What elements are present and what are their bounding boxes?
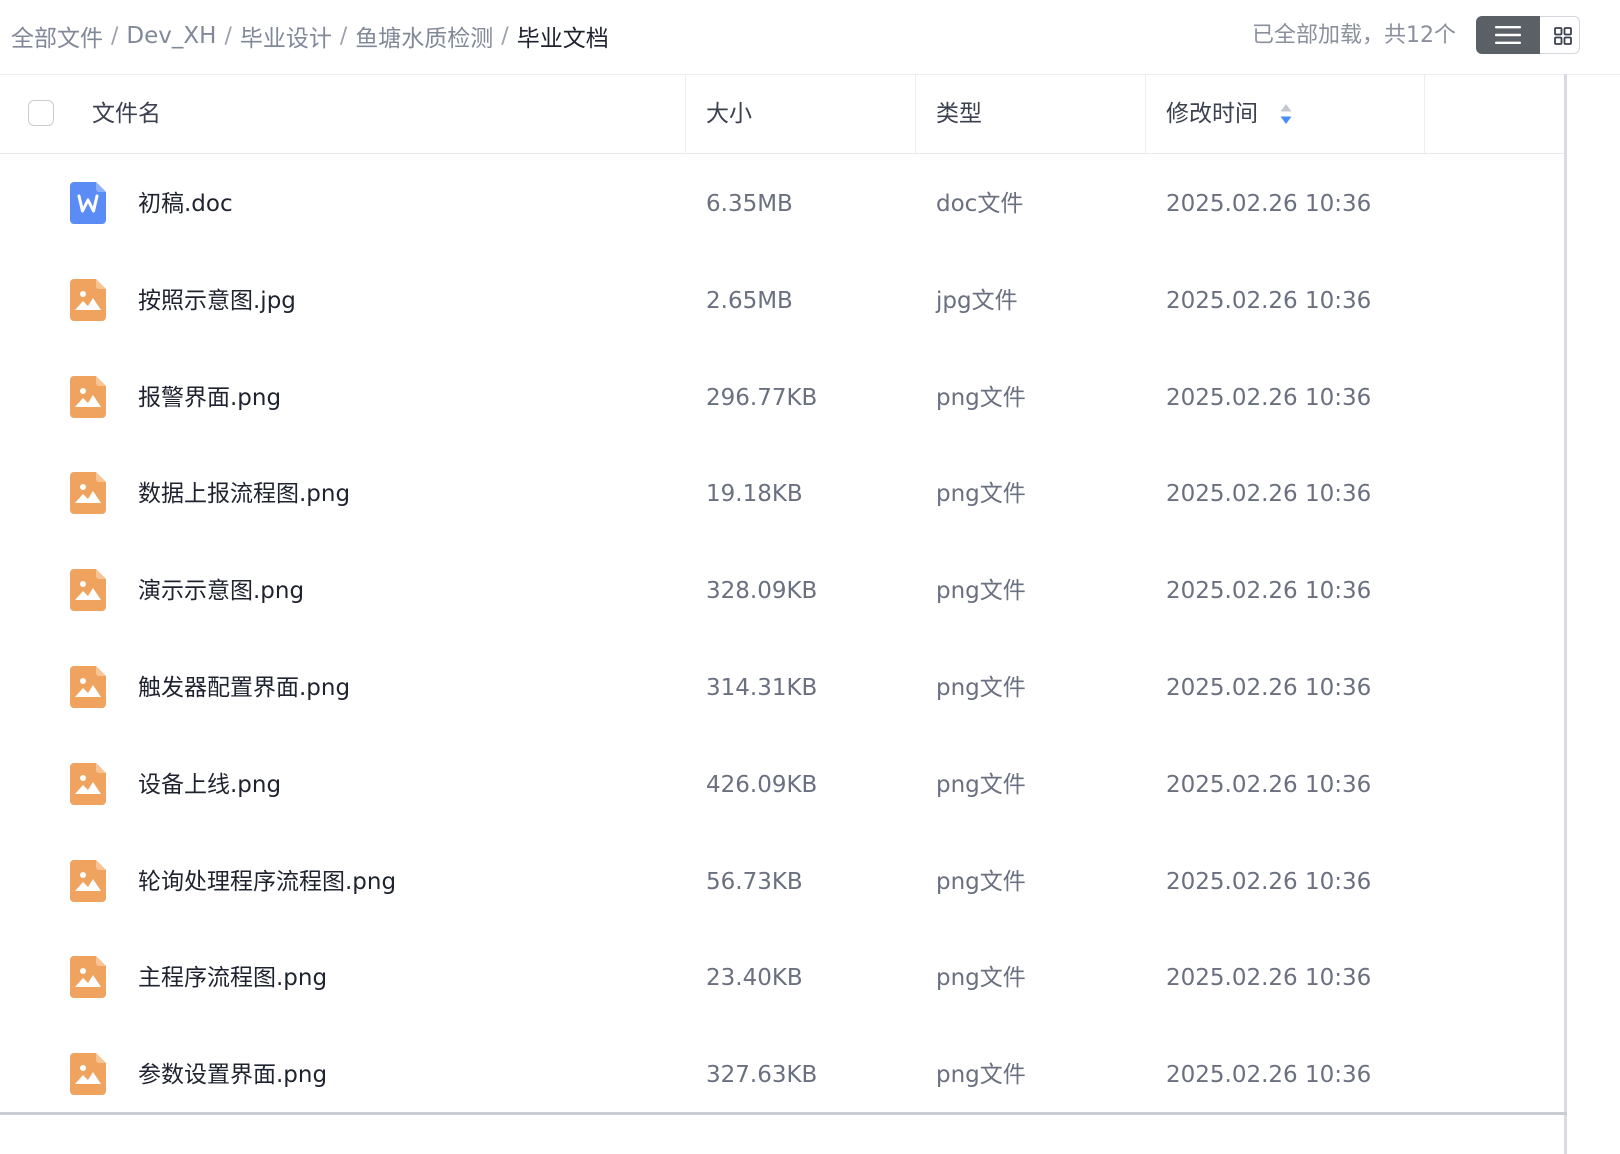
file-name[interactable]: 触发器配置界面.png	[138, 638, 350, 738]
file-size: 296.77KB	[706, 384, 818, 411]
table-row[interactable]: 初稿.doc 6.35MB doc文件 2025.02.26 10:36	[0, 154, 1564, 251]
breadcrumb-item-all-files[interactable]: 全部文件	[11, 19, 103, 53]
file-size: 327.63KB	[706, 1062, 818, 1089]
table-row[interactable]: 演示示意图.png 328.09KB png文件 2025.02.26 10:36	[0, 541, 1564, 638]
image-file-icon	[70, 375, 106, 418]
breadcrumb-item-dev-xh[interactable]: Dev_XH	[126, 23, 216, 49]
image-file-icon	[70, 956, 106, 999]
file-list: 初稿.doc 6.35MB doc文件 2025.02.26 10:36 按照示意图.…	[0, 154, 1564, 1122]
file-type: png文件	[936, 868, 1026, 895]
file-name[interactable]: 主程序流程图.png	[138, 928, 327, 1028]
file-size: 19.18KB	[706, 481, 803, 508]
file-size: 328.09KB	[706, 578, 818, 605]
file-size: 23.40KB	[706, 965, 803, 992]
column-header-name[interactable]: 文件名	[92, 75, 161, 153]
file-modified-time: 2025.02.26 10:36	[1166, 578, 1372, 605]
image-file-icon	[70, 665, 106, 708]
file-size: 6.35MB	[706, 191, 793, 217]
grid-view-icon	[1554, 27, 1572, 45]
file-name[interactable]: 设备上线.png	[138, 735, 281, 835]
list-view-button[interactable]	[1476, 16, 1540, 54]
image-file-icon	[70, 859, 106, 902]
file-modified-time: 2025.02.26 10:36	[1166, 287, 1372, 314]
column-divider	[685, 75, 686, 153]
file-modified-time: 2025.02.26 10:36	[1166, 481, 1372, 508]
file-size: 2.65MB	[706, 287, 793, 314]
table-row[interactable]: 数据上报流程图.png 19.18KB png文件 2025.02.26 10:36	[0, 444, 1564, 541]
file-browser-page: 全部文件 / Dev_XH / 毕业设计 / 鱼塘水质检测 / 毕业文档 已全部…	[0, 0, 1620, 1154]
table-row[interactable]: 主程序流程图.png 23.40KB png文件 2025.02.26 10:36	[0, 928, 1564, 1025]
image-file-icon	[70, 1053, 106, 1096]
breadcrumb-separator: /	[339, 23, 348, 49]
file-type: png文件	[936, 384, 1026, 411]
file-name[interactable]: 演示示意图.png	[138, 541, 304, 641]
image-file-icon	[70, 762, 106, 805]
breadcrumb-separator: /	[111, 23, 119, 49]
select-all-checkbox[interactable]	[28, 100, 54, 126]
table-row[interactable]: 触发器配置界面.png 314.31KB png文件 2025.02.26 10:36	[0, 638, 1564, 735]
file-modified-time: 2025.02.26 10:36	[1166, 868, 1372, 895]
file-type: png文件	[936, 965, 1026, 992]
breadcrumb-item-graduation-design[interactable]: 毕业设计	[240, 19, 332, 53]
file-modified-time: 2025.02.26 10:36	[1166, 674, 1372, 701]
file-modified-time: 2025.02.26 10:36	[1166, 965, 1372, 992]
file-size: 426.09KB	[706, 771, 818, 798]
file-type: doc文件	[936, 191, 1024, 217]
table-row[interactable]: 报警界面.png 296.77KB png文件 2025.02.26 10:36	[0, 348, 1564, 445]
image-file-icon	[70, 472, 106, 515]
column-header-size[interactable]: 大小	[706, 75, 752, 153]
table-row[interactable]: 参数设置界面.png 327.63KB png文件 2025.02.26 10:36	[0, 1025, 1564, 1122]
breadcrumb: 全部文件 / Dev_XH / 毕业设计 / 鱼塘水质检测 / 毕业文档	[11, 16, 609, 56]
column-divider	[1424, 75, 1425, 153]
file-name[interactable]: 轮询处理程序流程图.png	[138, 832, 396, 932]
breadcrumb-current: 毕业文档	[516, 26, 609, 52]
file-type: png文件	[936, 1062, 1026, 1089]
column-divider	[1145, 75, 1146, 153]
table-header: 文件名 大小 类型 修改时间	[0, 75, 1564, 154]
grid-view-button[interactable]	[1540, 16, 1580, 54]
file-modified-time: 2025.02.26 10:36	[1166, 771, 1372, 798]
scrollbar-track[interactable]	[1564, 74, 1567, 1154]
column-divider	[915, 75, 916, 153]
file-type: png文件	[936, 674, 1026, 701]
file-name[interactable]: 数据上报流程图.png	[138, 444, 350, 544]
sort-icon[interactable]	[1279, 102, 1293, 126]
loaded-status: 已全部加载，共12个	[1252, 23, 1456, 48]
table-row[interactable]: 按照示意图.jpg 2.65MB jpg文件 2025.02.26 10:36	[0, 251, 1564, 348]
file-name[interactable]: 初稿.doc	[138, 154, 233, 254]
file-name[interactable]: 报警界面.png	[138, 348, 281, 448]
bottom-scrollbar[interactable]	[0, 1112, 1567, 1115]
file-type: png文件	[936, 481, 1026, 508]
column-header-modified[interactable]: 修改时间	[1166, 75, 1258, 153]
word-doc-icon	[70, 182, 106, 224]
list-view-icon	[1495, 26, 1521, 44]
breadcrumb-separator: /	[224, 23, 232, 49]
breadcrumb-separator: /	[501, 23, 509, 49]
file-modified-time: 2025.02.26 10:36	[1166, 384, 1372, 411]
file-size: 56.73KB	[706, 868, 803, 895]
file-name[interactable]: 按照示意图.jpg	[138, 251, 296, 351]
image-file-icon	[70, 278, 106, 321]
file-type: png文件	[936, 771, 1026, 798]
file-type: png文件	[936, 578, 1026, 605]
image-file-icon	[70, 569, 106, 612]
file-type: jpg文件	[936, 287, 1018, 314]
file-name[interactable]: 参数设置界面.png	[138, 1025, 327, 1125]
file-modified-time: 2025.02.26 10:36	[1166, 191, 1372, 217]
table-row[interactable]: 轮询处理程序流程图.png 56.73KB png文件 2025.02.26 10:3…	[0, 832, 1564, 929]
file-modified-time: 2025.02.26 10:36	[1166, 1062, 1372, 1089]
top-bar: 全部文件 / Dev_XH / 毕业设计 / 鱼塘水质检测 / 毕业文档 已全部…	[0, 0, 1620, 75]
column-header-type[interactable]: 类型	[936, 75, 982, 153]
file-size: 314.31KB	[706, 674, 818, 701]
breadcrumb-item-fishpond-water-quality[interactable]: 鱼塘水质检测	[355, 19, 493, 53]
table-row[interactable]: 设备上线.png 426.09KB png文件 2025.02.26 10:36	[0, 735, 1564, 832]
